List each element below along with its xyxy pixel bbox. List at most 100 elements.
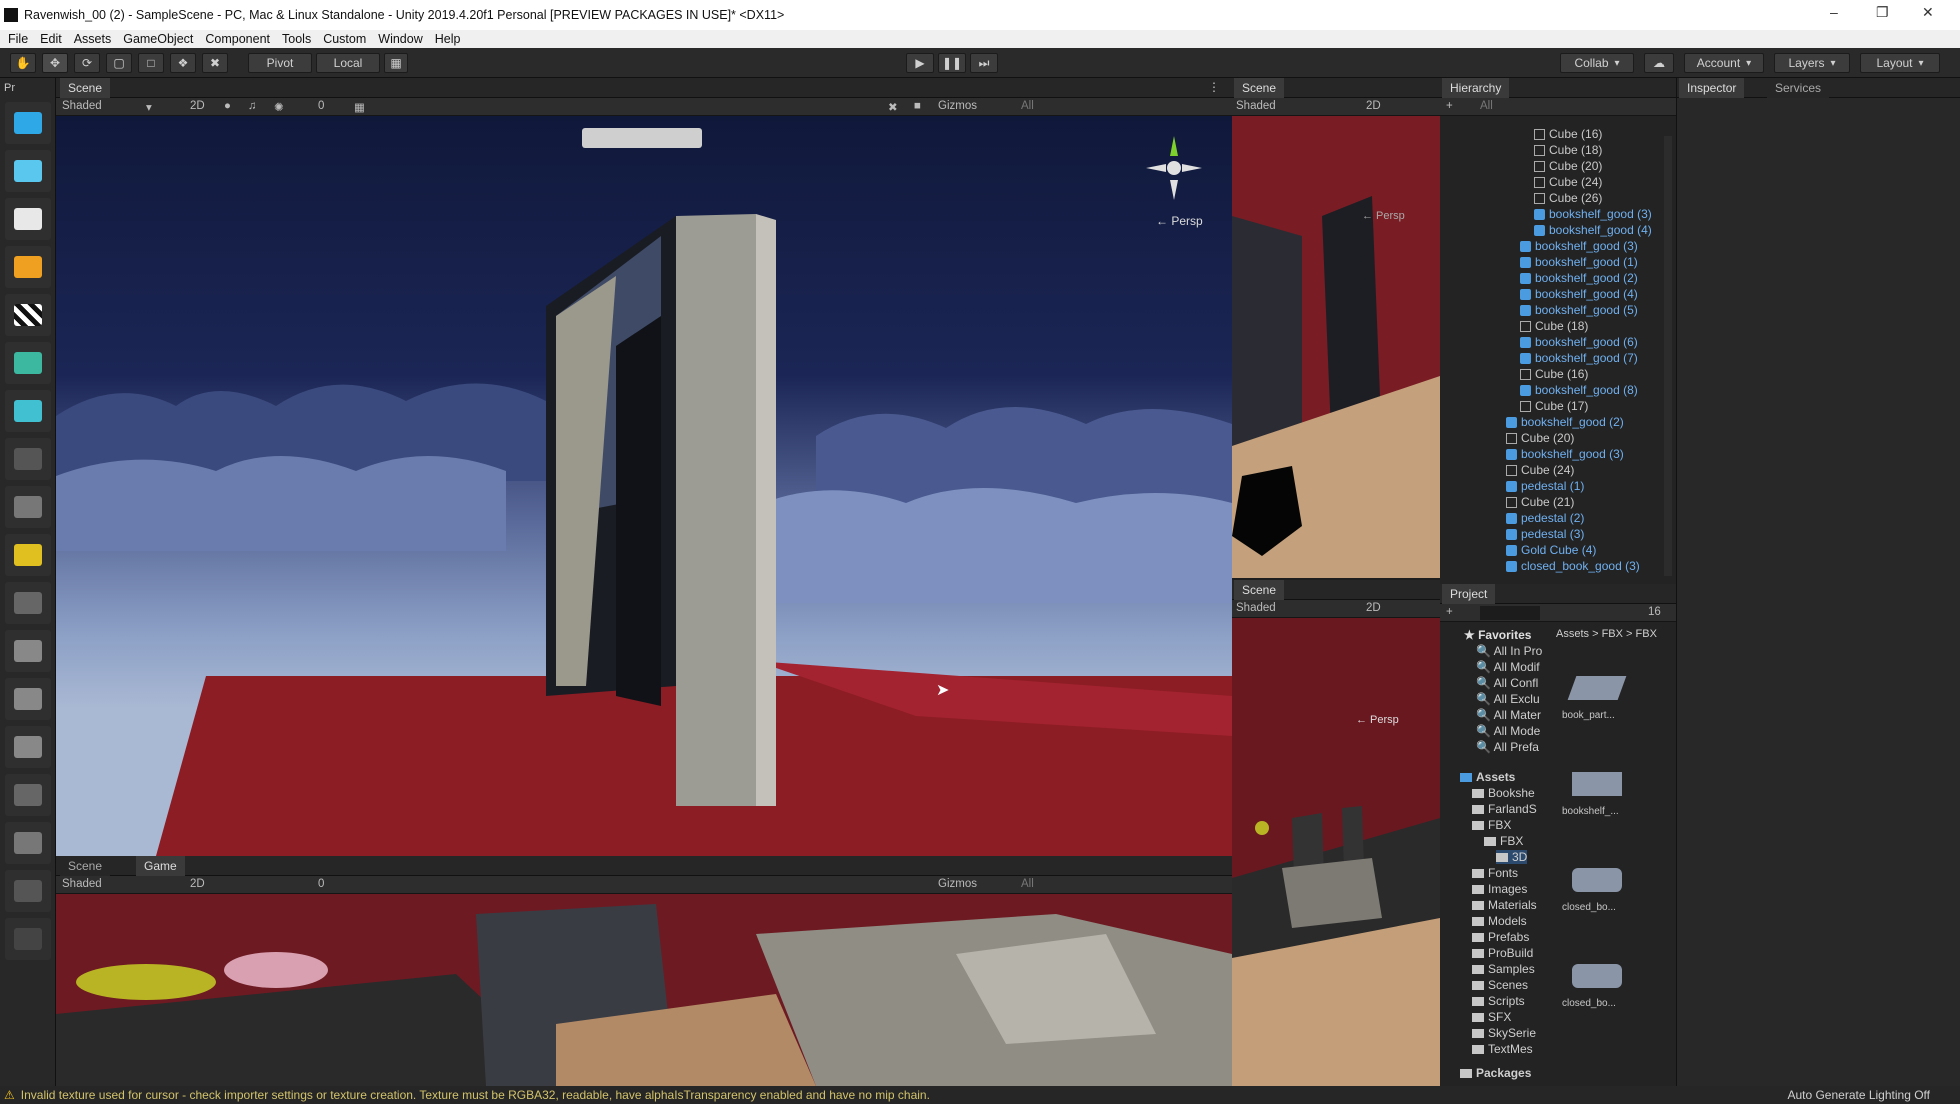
list-item[interactable]: Bookshe — [1472, 786, 1535, 800]
rotate-tool-icon[interactable]: ⟳ — [74, 53, 100, 73]
list-item[interactable]: Gold Cube (4) — [1506, 542, 1596, 558]
tab-hierarchy[interactable]: Hierarchy — [1442, 78, 1510, 98]
palette-wave-icon[interactable] — [5, 150, 51, 192]
list-item[interactable]: FBX — [1472, 818, 1511, 832]
tab-scene-main[interactable]: Scene — [60, 78, 111, 98]
scene-viewport-main[interactable]: ← Persp ➤ — [56, 116, 1232, 856]
hierarchy-scrollbar[interactable] — [1664, 136, 1672, 576]
layout-dropdown[interactable]: Layout — [1860, 53, 1940, 73]
tab-project[interactable]: Project — [1442, 584, 1496, 604]
toggle-2d[interactable]: 2D — [1366, 602, 1381, 614]
rect-tool-icon[interactable]: □ — [138, 53, 164, 73]
list-item[interactable]: bookshelf_good (3) — [1520, 238, 1638, 254]
list-item[interactable]: bookshelf_good (3) — [1534, 206, 1652, 222]
palette-texture-icon[interactable] — [5, 390, 51, 432]
lighting-icon[interactable]: ● — [224, 100, 231, 112]
persp-label[interactable]: ← Persp — [1362, 210, 1405, 222]
list-item[interactable]: bookshelf_good (5) — [1520, 302, 1638, 318]
scene-viewport-right-bottom[interactable]: ← Persp — [1232, 618, 1440, 1086]
breadcrumb-item[interactable]: FBX — [1602, 628, 1623, 640]
scale-tool-icon[interactable]: ▢ — [106, 53, 132, 73]
menu-file[interactable]: File — [8, 32, 28, 46]
list-item[interactable]: pedestal (2) — [1506, 510, 1584, 526]
scene-search-input[interactable]: All — [1021, 100, 1221, 112]
cloud-icon[interactable]: ☁ — [1644, 53, 1674, 73]
list-item[interactable]: Cube (26) — [1534, 190, 1602, 206]
list-item[interactable]: ProBuild — [1472, 946, 1533, 960]
menu-gameobject[interactable]: GameObject — [123, 32, 193, 46]
grid-snap-icon[interactable]: ▦ — [384, 53, 408, 73]
palette-cube-split-icon[interactable] — [5, 726, 51, 768]
asset-item[interactable]: closed_bo... — [1562, 848, 1632, 918]
list-item[interactable]: Cube (17) — [1520, 398, 1588, 414]
list-item[interactable]: closed_book_good (3) — [1506, 558, 1640, 574]
hierarchy-search-input[interactable]: All — [1480, 100, 1660, 112]
list-item[interactable]: bookshelf_good (4) — [1520, 286, 1638, 302]
palette-extrude-icon[interactable] — [5, 774, 51, 816]
list-item[interactable]: Cube (24) — [1506, 462, 1574, 478]
breadcrumb-item[interactable]: Assets — [1556, 628, 1589, 640]
asset-item[interactable]: book_part... — [1562, 656, 1632, 726]
add-icon[interactable]: + — [1446, 100, 1453, 112]
persp-label[interactable]: ← Persp — [1156, 214, 1203, 228]
tools-icon[interactable]: ✖ — [888, 100, 898, 114]
list-item[interactable]: Cube (16) — [1534, 126, 1602, 142]
list-item[interactable]: Prefabs — [1472, 930, 1529, 944]
minimize-icon[interactable]: – — [1830, 4, 1838, 20]
shading-dropdown[interactable]: Shaded — [1236, 100, 1276, 112]
asset-item[interactable]: bookshelf_... — [1562, 752, 1632, 822]
list-item[interactable]: 3D — [1496, 850, 1528, 864]
assets-header[interactable]: Assets — [1460, 770, 1515, 784]
list-item[interactable]: Cube (24) — [1534, 174, 1602, 190]
list-item[interactable]: Cube (21) — [1506, 494, 1574, 510]
menu-custom[interactable]: Custom — [323, 32, 366, 46]
list-item[interactable]: 🔍 All Modif — [1476, 660, 1540, 674]
hidden-count[interactable]: 0 — [318, 878, 324, 890]
list-item[interactable]: SFX — [1472, 1010, 1511, 1024]
collab-dropdown[interactable]: Collab — [1560, 53, 1634, 73]
camera-icon[interactable]: ■ — [914, 100, 921, 112]
local-toggle[interactable]: Local — [316, 53, 380, 73]
list-item[interactable]: bookshelf_good (3) — [1506, 446, 1624, 462]
list-item[interactable]: FBX — [1484, 834, 1523, 848]
restore-icon[interactable]: ❐ — [1876, 4, 1889, 21]
persp-label[interactable]: ← Persp — [1356, 714, 1399, 726]
layers-dropdown[interactable]: Layers — [1774, 53, 1850, 73]
palette-uv-icon[interactable] — [5, 534, 51, 576]
status-message[interactable]: Invalid texture used for cursor - check … — [21, 1088, 930, 1102]
list-item[interactable]: Samples — [1472, 962, 1535, 976]
asset-item[interactable]: closed_bo... — [1562, 944, 1632, 1014]
list-item[interactable]: Fonts — [1472, 866, 1518, 880]
palette-shape-icon[interactable] — [5, 486, 51, 528]
list-item[interactable]: bookshelf_good (7) — [1520, 350, 1638, 366]
menu-edit[interactable]: Edit — [40, 32, 62, 46]
list-item[interactable]: bookshelf_good (4) — [1534, 222, 1652, 238]
palette-stack-icon[interactable] — [5, 246, 51, 288]
list-item[interactable]: Models — [1472, 914, 1527, 928]
close-icon[interactable]: ✕ — [1922, 4, 1934, 21]
hidden-count[interactable]: 0 — [318, 100, 324, 112]
kebab-menu-icon[interactable]: ⋮ — [1208, 80, 1220, 94]
grid-icon[interactable]: ▦ — [354, 100, 365, 114]
pause-button[interactable]: ❚❚ — [938, 53, 966, 73]
list-item[interactable]: Cube (20) — [1506, 430, 1574, 446]
project-search-input[interactable] — [1480, 606, 1540, 620]
list-item[interactable]: bookshelf_good (2) — [1520, 270, 1638, 286]
account-dropdown[interactable]: Account — [1684, 53, 1764, 73]
list-item[interactable]: Cube (20) — [1534, 158, 1602, 174]
list-item[interactable]: pedestal (1) — [1506, 478, 1584, 494]
tab-inspector[interactable]: Inspector — [1679, 78, 1745, 98]
palette-cube-icon[interactable] — [5, 630, 51, 672]
shading-dropdown[interactable]: Shaded — [62, 100, 102, 112]
list-item[interactable]: 🔍 All Prefa — [1476, 740, 1539, 754]
scene-view-overlay-toolbar[interactable] — [582, 128, 702, 148]
list-item[interactable]: TextMes — [1472, 1042, 1533, 1056]
fx-icon[interactable]: ✺ — [274, 100, 284, 114]
palette-tab[interactable]: Pr — [4, 82, 15, 94]
menu-help[interactable]: Help — [435, 32, 461, 46]
packages-header[interactable]: Packages — [1460, 1066, 1531, 1080]
menu-assets[interactable]: Assets — [74, 32, 112, 46]
add-icon[interactable]: + — [1446, 606, 1453, 618]
list-item[interactable]: SkySerie — [1472, 1026, 1536, 1040]
hand-tool-icon[interactable]: ✋ — [10, 53, 36, 73]
